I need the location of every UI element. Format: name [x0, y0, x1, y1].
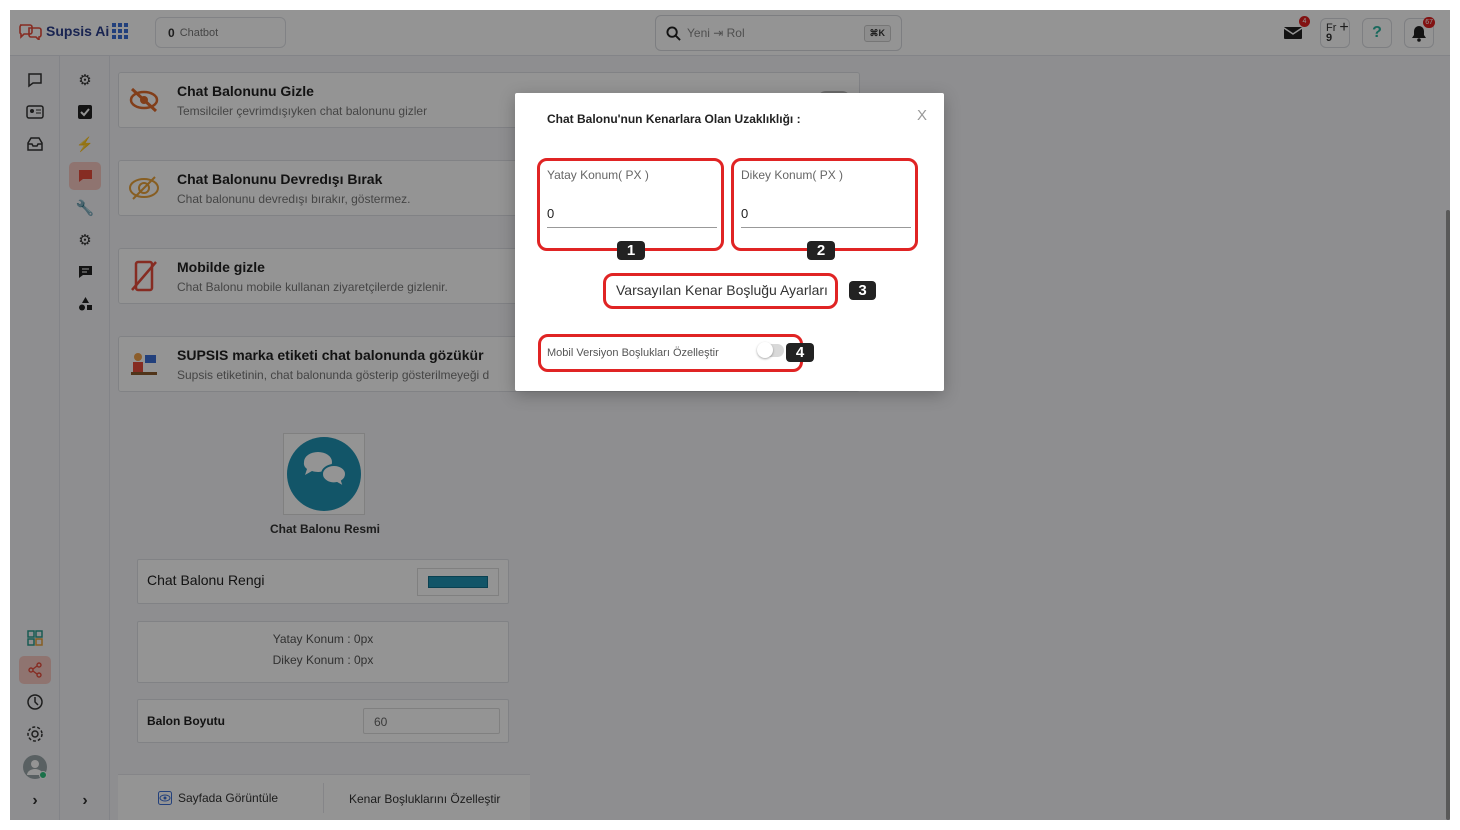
app-frame: Supsis Ai 0 Chatbot Yeni ⇥ Rol ⌘K 4 Fr +…	[10, 10, 1450, 820]
modal-title: Chat Balonu'nun Kenarlara Olan Uzaklıklı…	[547, 112, 801, 126]
highlight-box-3	[603, 273, 838, 309]
close-icon[interactable]: X	[917, 107, 927, 124]
marker-3: 3	[849, 281, 876, 300]
highlight-box-1	[537, 158, 724, 251]
marker-4: 4	[786, 343, 814, 362]
marker-1: 1	[617, 241, 645, 260]
highlight-box-2	[731, 158, 918, 251]
marker-2: 2	[807, 241, 835, 260]
highlight-box-4	[538, 334, 803, 372]
edge-distance-modal: Chat Balonu'nun Kenarlara Olan Uzaklıklı…	[515, 93, 944, 391]
